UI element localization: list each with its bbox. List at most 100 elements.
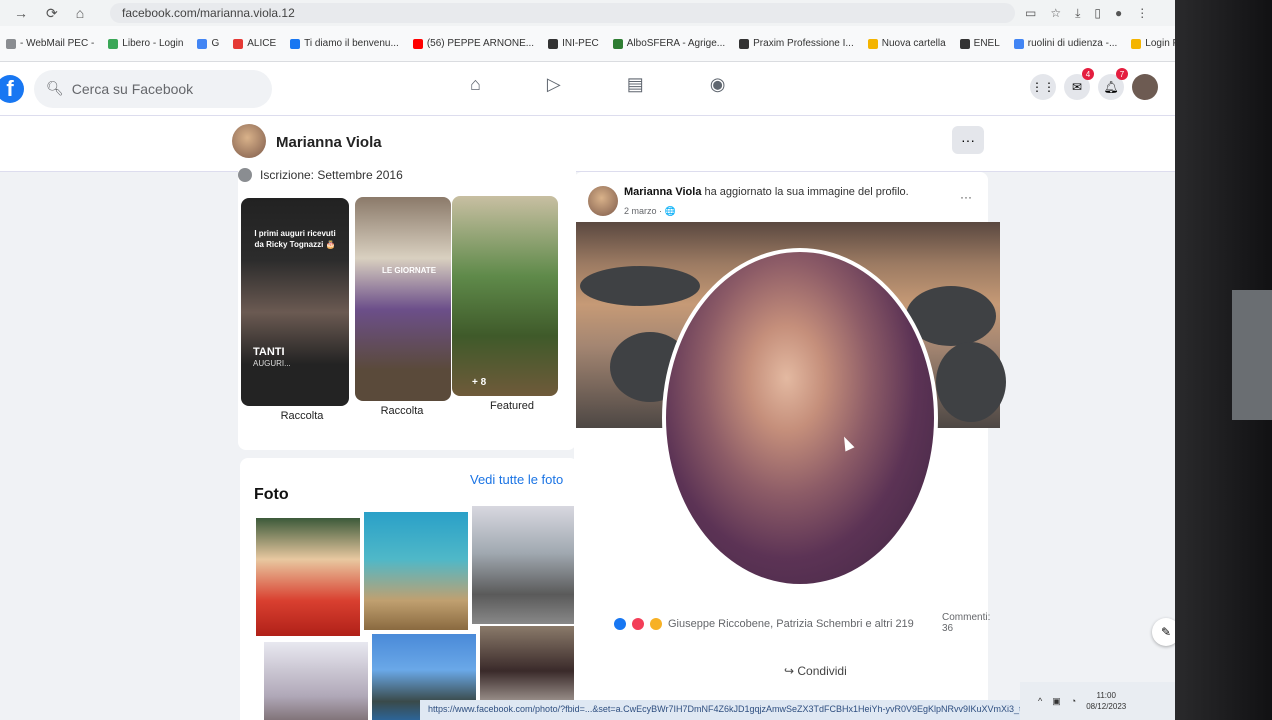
joined-info: Iscrizione: Settembre 2016 [238,168,403,182]
new-message-icon[interactable]: ✎ [1152,618,1175,646]
facebook-logo[interactable]: f [0,74,24,103]
post-author-avatar[interactable] [588,186,618,216]
header-actions: ⋮⋮ ✉ 4 🔔︎ 7 [1030,68,1158,100]
bookmark-icon [108,38,119,49]
photos-card: Foto Vedi tutte le foto [240,458,584,720]
messenger-icon[interactable]: ✉ 4 [1064,68,1094,100]
story-label: Featured [489,400,535,412]
story-highlight-1[interactable]: I primi auguri ricevuti da Ricky Tognazz… [241,198,349,406]
comments-count[interactable]: Commenti: 36 [942,612,990,634]
background-wall [1232,290,1272,420]
system-clock[interactable]: 11:00 08/12/2023 [1086,690,1126,712]
notifications-icon[interactable]: 🔔︎ 7 [1098,68,1128,100]
home-browser-icon[interactable]: ⌂ [76,5,84,22]
bookmark-item[interactable]: Libero - Login [108,38,183,49]
bookmark-icon [1131,38,1142,49]
bookmark-item[interactable]: ALICE [233,38,276,49]
marketplace-icon[interactable]: ▤ [627,74,644,95]
photo-thumbnail[interactable] [472,506,576,624]
love-reaction-icon [632,618,644,630]
photo-thumbnail[interactable] [256,518,360,636]
account-avatar[interactable] [1132,74,1158,100]
browser-nav: → ⟳ ⌂ [0,5,110,22]
forward-icon[interactable]: → [14,5,28,22]
bookmark-item[interactable]: ruolini di udienza -... [1013,38,1117,49]
bookmark-icon [197,38,208,49]
bookmark-item[interactable]: Nuova cartella [867,38,946,49]
post-date[interactable]: 2 marzo · 🌐 [624,206,676,217]
bookmark-item[interactable]: AlboSFERA - Agrige... [612,38,725,49]
bookmark-label: (56) PEPPE ARNONE... [426,38,535,49]
bookmark-icon [612,38,623,49]
notifications-badge: 7 [1116,68,1128,80]
wifi-icon[interactable]: ◔ [1071,696,1076,706]
like-reaction-icon [614,618,626,630]
bookmark-label: Praxim Professione I... [753,38,854,49]
main-nav: ⌂ ▷ ▤ ◉ [470,74,725,95]
facebook-header: f 🔍︎ Cerca su Facebook ⌂ ▷ ▤ ◉ ⋮⋮ ✉ 4 🔔︎ 7 [0,62,1175,116]
messenger-badge: 4 [1082,68,1094,80]
profile-bar: Marianna Viola ··· [0,116,1175,172]
home-icon[interactable]: ⌂ [470,74,481,95]
bookmark-icon [548,38,559,49]
bookmark-item[interactable]: Praxim Professione I... [739,38,854,49]
bookmark-item[interactable]: (56) PEPPE ARNONE... [412,38,535,49]
tray-chevron-icon[interactable]: ^ [1038,696,1042,706]
bookmarks-bar: - WebMail PEC - Libero - Login G ALICE Ti di… [0,26,1175,62]
more-options-button[interactable]: ··· [952,126,984,154]
photo-thumbnail[interactable] [364,512,468,630]
story-caption-big: TANTI [253,346,285,358]
bookmark-icon [739,38,750,49]
post-author[interactable]: Marianna Viola [624,186,701,198]
bookmark-item[interactable]: - WebMail PEC - [6,38,94,49]
tray-app-icon[interactable]: ▣ [1052,696,1061,707]
bookmark-label: Ti diamo il benvenu... [304,38,399,49]
bookmark-item[interactable]: Login Fastweb [1131,38,1175,49]
share-label: Condividi [797,664,847,678]
post-options-icon[interactable]: ··· [960,190,972,204]
bookmark-label: - WebMail PEC - [20,38,95,49]
screen: → ⟳ ⌂ facebook.com/marianna.viola.12 ▭ ☆… [0,0,1175,720]
sidepanel-icon[interactable]: ▯ [1094,6,1101,21]
star-icon[interactable]: ☆ [1050,6,1061,21]
bookmark-label: G [211,38,220,49]
rock-shape [936,342,1006,422]
menu-grid-icon[interactable]: ⋮⋮ [1030,74,1056,100]
profile-picture-circle[interactable] [662,248,938,588]
bookmark-icon [6,38,16,49]
reactions-text: Giuseppe Riccobene, Patrizia Schembri e … [668,618,914,630]
browser-toolbar: → ⟳ ⌂ facebook.com/marianna.viola.12 ▭ ☆… [0,0,1175,26]
post-header: Marianna Viola ha aggiornato la sua imma… [624,186,909,198]
cast-icon[interactable]: ▭ [1025,6,1036,21]
profile-icon[interactable]: ● [1115,6,1122,21]
clock-icon [238,168,252,182]
care-reaction-icon [650,618,662,630]
reactions-summary[interactable]: Giuseppe Riccobene, Patrizia Schembri e … [614,618,914,630]
story-highlight-3[interactable]: + 8 [452,196,558,396]
story-label: Raccolta [380,405,424,417]
profile-avatar[interactable] [232,124,266,158]
search-input[interactable]: 🔍︎ Cerca su Facebook [34,69,272,108]
bookmark-icon [1013,38,1024,49]
reload-icon[interactable]: ⟳ [46,5,58,22]
joined-text: Iscrizione: Settembre 2016 [260,168,403,182]
menu-icon[interactable]: ⋮ [1136,6,1148,21]
post-action: ha aggiornato la sua immagine del profil… [704,186,909,198]
bookmark-item[interactable]: ENEL [959,38,1000,49]
story-more-count: + 8 [472,377,487,388]
bookmark-item[interactable]: G [197,38,219,49]
profile-name[interactable]: Marianna Viola [276,134,382,151]
share-button[interactable]: ↪ Condividi [784,664,847,678]
story-highlight-2[interactable]: LE GIORNATE [355,197,451,401]
download-icon[interactable]: ⤓ [1075,6,1080,21]
address-bar[interactable]: facebook.com/marianna.viola.12 [110,3,1015,23]
share-icon: ↪ [784,664,798,678]
video-icon[interactable]: ▷ [547,74,561,95]
bookmark-item[interactable]: Ti diamo il benvenu... [290,38,399,49]
bookmark-item[interactable]: INI-PEC [548,38,599,49]
groups-icon[interactable]: ◉ [710,74,726,95]
see-all-photos-link[interactable]: Vedi tutte le foto [470,472,563,487]
search-icon: 🔍︎ [46,80,64,96]
photo-thumbnail[interactable] [264,642,368,720]
search-placeholder: Cerca su Facebook [71,80,194,97]
